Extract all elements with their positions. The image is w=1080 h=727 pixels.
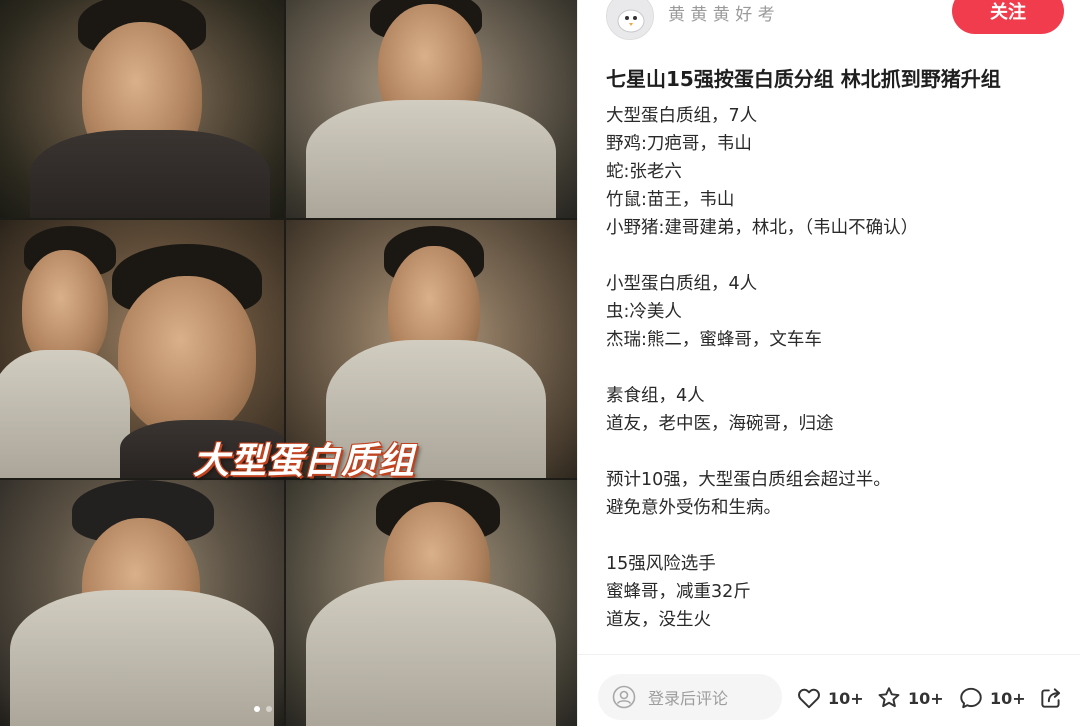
- body-line: 野鸡:刀疤哥，韦山: [606, 134, 752, 154]
- body-line: [606, 354, 1066, 382]
- user-circle-icon: [612, 685, 636, 709]
- photo-tile-5: [0, 480, 284, 726]
- body-line: 素食组，4人: [606, 386, 705, 406]
- body-line: 虫:冷美人: [606, 302, 682, 322]
- body-line: 预计10强，大型蛋白质组会超过半。: [606, 470, 891, 490]
- like-count: 10+: [828, 688, 864, 708]
- photo-tile-2: [286, 0, 577, 218]
- share-icon: [1041, 688, 1061, 708]
- body-line: 15强风险选手: [606, 554, 716, 574]
- body-line: 小野猪:建哥建弟，林北，（韦山不确认）: [606, 218, 919, 238]
- heart-icon: [798, 688, 820, 709]
- panel-divider: [577, 0, 578, 726]
- author-avatar[interactable]: [606, 0, 654, 40]
- carousel-dot[interactable]: [266, 706, 272, 712]
- star-icon: [878, 687, 900, 708]
- body-line: [606, 438, 1066, 466]
- body-line: 蜜蜂哥，减重32斤: [606, 582, 751, 602]
- body-line: 避免意外受伤和生病。: [606, 498, 781, 518]
- body-line: 大型蛋白质组，7人: [606, 106, 758, 126]
- author-name[interactable]: 黄 黄 黄 好 考: [668, 0, 775, 25]
- image-caption: 大型蛋白质组: [193, 441, 416, 482]
- collect-count: 10+: [908, 688, 944, 708]
- post-body: 大型蛋白质组，7人 野鸡:刀疤哥，韦山 蛇:张老六 竹鼠:苗王，韦山 小野猪:建…: [606, 102, 1066, 634]
- follow-button[interactable]: 关注: [952, 0, 1064, 34]
- carousel-indicator[interactable]: [254, 706, 272, 712]
- comment-button[interactable]: 10+: [958, 683, 1026, 713]
- body-line: 小型蛋白质组，4人: [606, 274, 758, 294]
- body-line: [606, 522, 1066, 550]
- body-line: 杰瑞:熊二，蜜蜂哥，文车车: [606, 330, 822, 350]
- share-button[interactable]: [1038, 683, 1064, 713]
- like-button[interactable]: 10+: [796, 683, 864, 713]
- carousel-dot[interactable]: [254, 706, 260, 712]
- post-title: 七星山15强按蛋白质分组 林北抓到野猪升组: [606, 67, 1001, 91]
- photo-tile-1: [0, 0, 284, 218]
- comment-placeholder: 登录后评论: [648, 689, 729, 708]
- body-line: 竹鼠:苗王，韦山: [606, 190, 735, 210]
- body-line: 道友，老中医，海碗哥，归途: [606, 414, 834, 434]
- post-image-carousel[interactable]: 大型蛋白质组: [0, 0, 577, 726]
- body-line: 道友，没生火: [606, 610, 711, 630]
- comment-input[interactable]: 登录后评论: [598, 674, 782, 720]
- author-name-text: 黄 黄 黄 好 考: [668, 5, 775, 25]
- cartoon-bird-avatar-icon: [607, 0, 653, 39]
- body-line: 蛇:张老六: [606, 162, 682, 182]
- body-line: [606, 242, 1066, 270]
- collect-button[interactable]: 10+: [876, 683, 944, 713]
- comment-count: 10+: [990, 688, 1026, 708]
- photo-tile-6: [286, 480, 577, 726]
- engagement-bar: 登录后评论 10+ 10+ 10+: [578, 654, 1080, 727]
- chat-bubble-icon: [960, 687, 982, 709]
